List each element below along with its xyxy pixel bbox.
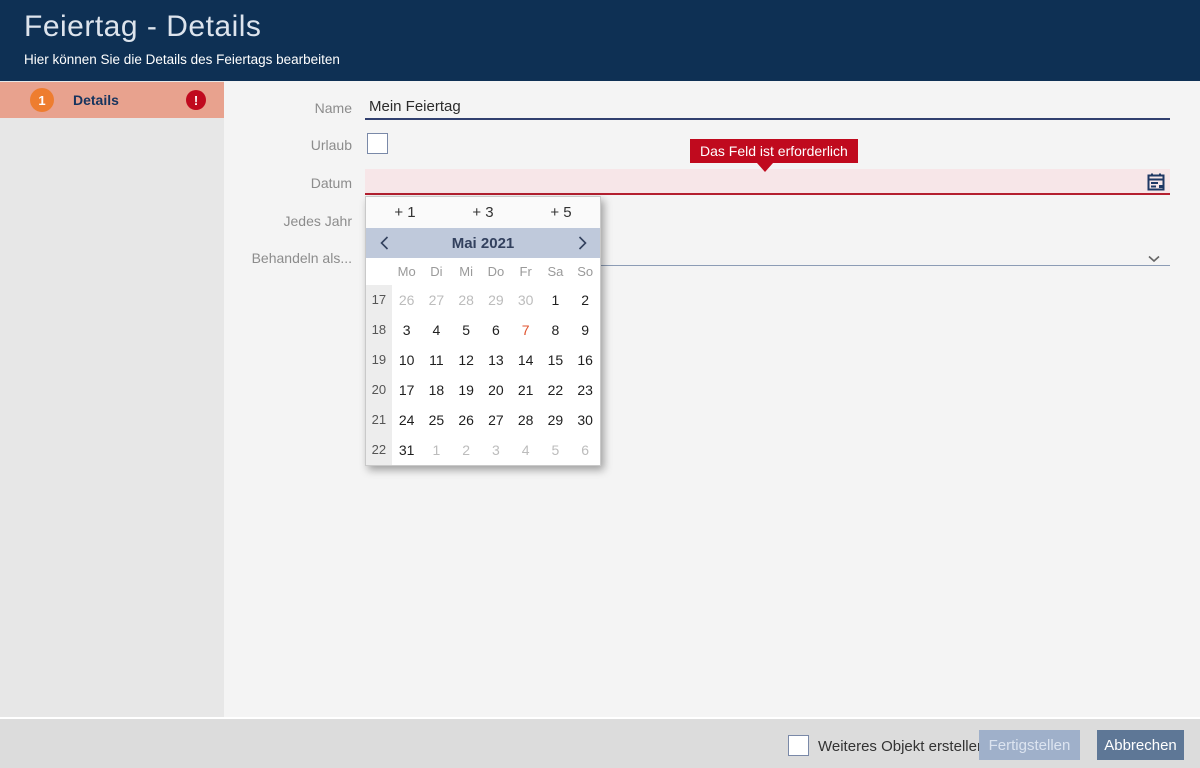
calendar-day[interactable]: 31 bbox=[392, 435, 422, 465]
datum-input[interactable] bbox=[365, 169, 1170, 195]
calendar-day[interactable]: 3 bbox=[392, 315, 422, 345]
weekday-header-label: Mi bbox=[451, 258, 481, 285]
calendar-quick-add-row: + 1+ 3+ 5 bbox=[366, 197, 600, 228]
calendar-day[interactable]: 4 bbox=[511, 435, 541, 465]
week-number: 22 bbox=[366, 435, 392, 465]
week-number: 17 bbox=[366, 285, 392, 315]
calendar-day[interactable]: 14 bbox=[511, 345, 541, 375]
jedes-jahr-label: Jedes Jahr bbox=[192, 213, 352, 229]
page-subtitle: Hier können Sie die Details des Feiertag… bbox=[24, 52, 340, 67]
calendar-week-row: 2124252627282930 bbox=[366, 405, 600, 435]
calendar-day[interactable]: 28 bbox=[451, 285, 481, 315]
calendar-weekday-header: MoDiMiDoFrSaSo bbox=[366, 258, 600, 285]
calendar-day[interactable]: 5 bbox=[541, 435, 571, 465]
footer-bar: Weiteres Objekt erstellen Fertigstellen … bbox=[0, 717, 1200, 768]
behandeln-als-label: Behandeln als... bbox=[192, 250, 352, 266]
name-input[interactable] bbox=[365, 94, 1170, 120]
datum-label: Datum bbox=[192, 175, 352, 191]
calendar-day[interactable]: 18 bbox=[422, 375, 452, 405]
calendar-nav: Mai 2021 bbox=[366, 228, 600, 258]
calendar-day[interactable]: 16 bbox=[570, 345, 600, 375]
calendar-day[interactable]: 23 bbox=[570, 375, 600, 405]
calendar-day[interactable]: 1 bbox=[541, 285, 571, 315]
calendar-day[interactable]: 30 bbox=[570, 405, 600, 435]
step-number-badge: 1 bbox=[30, 88, 54, 112]
weekday-header-label: Di bbox=[422, 258, 452, 285]
calendar-day[interactable]: 1 bbox=[422, 435, 452, 465]
calendar-day[interactable]: 6 bbox=[481, 315, 511, 345]
chevron-down-icon bbox=[1148, 250, 1160, 268]
calendar-day[interactable]: 21 bbox=[511, 375, 541, 405]
week-number: 21 bbox=[366, 405, 392, 435]
create-another-label: Weiteres Objekt erstellen bbox=[818, 738, 985, 755]
calendar-day[interactable]: 2 bbox=[570, 285, 600, 315]
calendar-day[interactable]: 6 bbox=[570, 435, 600, 465]
name-label: Name bbox=[192, 100, 352, 116]
calendar-day[interactable]: 27 bbox=[422, 285, 452, 315]
calendar-week-row: 2231123456 bbox=[366, 435, 600, 465]
cancel-button[interactable]: Abbrechen bbox=[1097, 730, 1184, 760]
calendar-quick-add-button[interactable]: + 5 bbox=[522, 197, 600, 228]
calendar-day[interactable]: 19 bbox=[451, 375, 481, 405]
calendar-week-row: 1910111213141516 bbox=[366, 345, 600, 375]
week-number: 19 bbox=[366, 345, 392, 375]
step-label: Details bbox=[73, 92, 119, 108]
weekday-header-label: Mo bbox=[392, 258, 422, 285]
calendar-prev-month-button[interactable] bbox=[366, 236, 402, 250]
calendar-quick-add-button[interactable]: + 1 bbox=[366, 197, 444, 228]
week-number: 20 bbox=[366, 375, 392, 405]
calendar-day[interactable]: 3 bbox=[481, 435, 511, 465]
validation-tooltip: Das Feld ist erforderlich bbox=[690, 139, 858, 163]
finish-button[interactable]: Fertigstellen bbox=[979, 730, 1080, 760]
calendar-day[interactable]: 30 bbox=[511, 285, 541, 315]
calendar-day[interactable]: 15 bbox=[541, 345, 571, 375]
calendar-day[interactable]: 17 bbox=[392, 375, 422, 405]
calendar-day[interactable]: 26 bbox=[451, 405, 481, 435]
tooltip-arrow-icon bbox=[757, 163, 773, 172]
wizard-sidebar: 1 Details ! bbox=[0, 81, 224, 717]
calendar-day[interactable]: 24 bbox=[392, 405, 422, 435]
urlaub-checkbox[interactable] bbox=[367, 133, 388, 154]
calendar-day[interactable]: 11 bbox=[422, 345, 452, 375]
calendar-day[interactable]: 10 bbox=[392, 345, 422, 375]
weekday-header-label: Sa bbox=[541, 258, 571, 285]
calendar-week-row: 183456789 bbox=[366, 315, 600, 345]
calendar-day-today[interactable]: 7 bbox=[511, 315, 541, 345]
calendar-next-month-button[interactable] bbox=[564, 236, 600, 250]
calendar-day[interactable]: 20 bbox=[481, 375, 511, 405]
calendar-day[interactable]: 9 bbox=[570, 315, 600, 345]
page-title: Feiertag - Details bbox=[24, 10, 261, 44]
calendar-day[interactable]: 8 bbox=[541, 315, 571, 345]
calendar-day[interactable]: 4 bbox=[422, 315, 452, 345]
calendar-day[interactable]: 13 bbox=[481, 345, 511, 375]
calendar-week-row: 17262728293012 bbox=[366, 285, 600, 315]
calendar-day[interactable]: 26 bbox=[392, 285, 422, 315]
week-column-spacer bbox=[366, 258, 392, 285]
weekday-header-label: Do bbox=[481, 258, 511, 285]
weekday-header-label: Fr bbox=[511, 258, 541, 285]
calendar-icon[interactable] bbox=[1146, 172, 1166, 192]
calendar-day[interactable]: 5 bbox=[451, 315, 481, 345]
calendar-day[interactable]: 27 bbox=[481, 405, 511, 435]
urlaub-label: Urlaub bbox=[192, 137, 352, 153]
calendar-day[interactable]: 22 bbox=[541, 375, 571, 405]
step-details[interactable]: 1 Details ! bbox=[0, 82, 224, 118]
calendar-day[interactable]: 2 bbox=[451, 435, 481, 465]
calendar-week-row: 2017181920212223 bbox=[366, 375, 600, 405]
date-picker-popup: + 1+ 3+ 5 Mai 2021 MoDiMiDoFrSaSo 172627… bbox=[365, 196, 601, 466]
calendar-day[interactable]: 12 bbox=[451, 345, 481, 375]
weekday-header-label: So bbox=[570, 258, 600, 285]
calendar-day[interactable]: 29 bbox=[481, 285, 511, 315]
calendar-month-label[interactable]: Mai 2021 bbox=[402, 235, 564, 252]
header: Feiertag - Details Hier können Sie die D… bbox=[0, 0, 1200, 81]
create-another-checkbox[interactable] bbox=[788, 735, 809, 756]
calendar-day[interactable]: 29 bbox=[541, 405, 571, 435]
week-number: 18 bbox=[366, 315, 392, 345]
calendar-day[interactable]: 28 bbox=[511, 405, 541, 435]
calendar-quick-add-button[interactable]: + 3 bbox=[444, 197, 522, 228]
calendar-day[interactable]: 25 bbox=[422, 405, 452, 435]
holiday-details-dialog: Feiertag - Details Hier können Sie die D… bbox=[0, 0, 1200, 768]
